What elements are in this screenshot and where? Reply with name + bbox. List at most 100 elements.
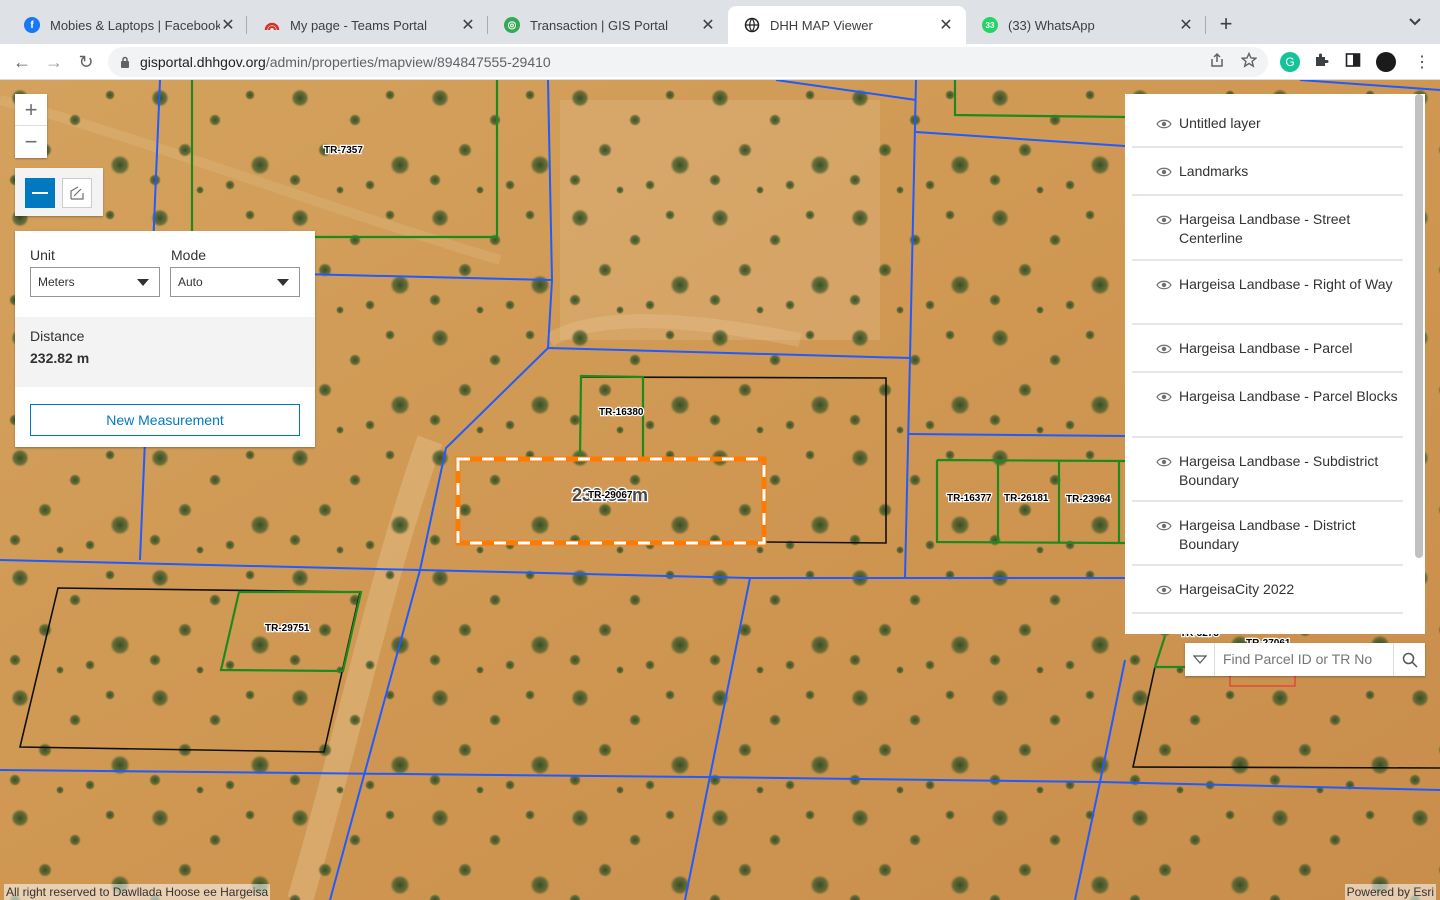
layer-item[interactable]: Landmarks (1132, 150, 1403, 196)
chevron-down-icon (1192, 654, 1207, 664)
tab-facebook[interactable]: f Mobies & Laptops | Facebook ✕ (8, 6, 248, 44)
side-panel-icon[interactable] (1345, 52, 1361, 71)
tab-whatsapp[interactable]: 33 (33) WhatsApp ✕ (966, 6, 1206, 44)
profile-avatar[interactable] (1376, 52, 1396, 72)
grammarly-icon[interactable]: G (1280, 52, 1300, 72)
eye-visibility-icon[interactable] (1156, 391, 1172, 403)
layer-list: Untitled layer Landmarks Hargeisa Landbase… (1125, 94, 1425, 634)
layer-item[interactable]: Hargeisa Landbase - Subdistrict Boundary (1132, 440, 1403, 502)
url-host: gisportal.dhhgov.org (140, 54, 266, 70)
dropdown-caret-icon (277, 279, 289, 286)
tab-separator (246, 16, 247, 34)
browser-toolbar: ← → ↻ gisportal.dhhgov.org/admin/propert… (0, 44, 1440, 80)
new-tab-icon[interactable]: + (1214, 12, 1238, 36)
tab-title: DHH MAP Viewer (770, 17, 873, 33)
eye-visibility-icon[interactable] (1156, 214, 1172, 226)
layer-item[interactable]: Hargeisa Landbase - Parcel (1132, 327, 1403, 373)
distance-measure-button[interactable] (25, 178, 55, 208)
layer-item-label: Untitled layer (1179, 115, 1261, 131)
unit-select[interactable]: Meters (30, 267, 160, 297)
tab-dhh-map-viewer[interactable]: DHH MAP Viewer ✕ (728, 6, 966, 44)
extensions-puzzle-icon[interactable] (1313, 52, 1329, 71)
parcel-label: TR-29067 (588, 490, 633, 501)
browser-tab-bar: f Mobies & Laptops | Facebook ✕ My page … (0, 0, 1440, 44)
esri-attribution[interactable]: Powered by Esri (1344, 884, 1436, 900)
teams-portal-icon (264, 17, 280, 33)
parcel-label: TR-29751 (265, 623, 310, 634)
globe-icon (744, 17, 760, 33)
mode-select[interactable]: Auto (170, 267, 300, 297)
eye-visibility-icon[interactable] (1156, 166, 1172, 178)
eye-visibility-icon[interactable] (1156, 584, 1172, 596)
eye-visibility-icon[interactable] (1156, 118, 1172, 130)
tab-title: My page - Teams Portal (290, 17, 428, 33)
layer-list-scrollbar[interactable] (1415, 94, 1423, 558)
facebook-icon: f (24, 17, 40, 33)
eye-visibility-icon[interactable] (1156, 279, 1172, 291)
gis-portal-icon: ◎ (504, 17, 520, 33)
parcel-label: TR-26181 (1004, 493, 1049, 504)
layer-item[interactable]: Hargeisa Landbase - Parcel Blocks (1132, 375, 1403, 438)
layer-item-label: Hargeisa Landbase - Subdistrict Boundary (1179, 453, 1379, 488)
share-icon[interactable] (1210, 52, 1224, 71)
back-icon[interactable]: ← (8, 48, 36, 76)
layer-item[interactable]: Hargeisa Landbase - Right of Way (1132, 263, 1403, 325)
measurement-panel: Unit Mode Meters Auto Distance 232.82 m … (15, 231, 315, 447)
area-measure-button[interactable] (62, 178, 92, 208)
tab-gis-portal[interactable]: ◎ Transaction | GIS Portal ✕ (488, 6, 728, 44)
bookmark-star-icon[interactable] (1240, 51, 1258, 71)
distance-label: Distance (30, 328, 85, 344)
eye-visibility-icon[interactable] (1156, 520, 1172, 532)
search-button[interactable] (1393, 643, 1425, 676)
layer-item[interactable]: Hargeisa Landbase - District Boundary (1132, 504, 1403, 566)
whatsapp-icon: 33 (982, 17, 998, 33)
line-measure-icon (32, 192, 48, 194)
parcel-label: TR-16377 (947, 493, 992, 504)
zoom-out-button[interactable]: − (15, 126, 47, 158)
mode-label: Mode (171, 247, 207, 263)
tab-title: Transaction | GIS Portal (530, 17, 669, 33)
layer-item-label: Hargeisa Landbase - District Boundary (1179, 517, 1356, 552)
map-attribution: All right reserved to Dawllada Hoose ee … (4, 884, 271, 900)
layer-item-label: Hargeisa Landbase - Parcel (1179, 340, 1353, 356)
close-icon[interactable]: ✕ (700, 15, 716, 35)
address-bar[interactable]: gisportal.dhhgov.org/admin/properties/ma… (108, 47, 1268, 77)
distance-value: 232.82 m (30, 350, 90, 366)
mode-select-value: Auto (178, 275, 203, 289)
close-icon[interactable]: ✕ (220, 15, 236, 35)
parcel-label: TR-7357 (324, 145, 363, 156)
layer-item-label: HargeisaCity 2022 (1179, 581, 1295, 597)
layer-item[interactable]: Hargeisa Landbase - Street Centerline (1132, 198, 1403, 261)
close-icon[interactable]: ✕ (938, 15, 954, 35)
eye-visibility-icon[interactable] (1156, 456, 1172, 468)
zoom-in-button[interactable]: + (15, 94, 47, 126)
forward-icon[interactable]: → (40, 48, 68, 76)
layer-item-label: Landmarks (1179, 163, 1249, 179)
eye-visibility-icon[interactable] (1156, 343, 1172, 355)
layer-item-label: Hargeisa Landbase - Right of Way (1179, 276, 1393, 292)
measurement-result: Distance 232.82 m (15, 317, 315, 387)
layer-item-label: Hargeisa Landbase - Parcel Blocks (1179, 388, 1398, 404)
map-view[interactable]: TR-7357 TR-16380 232.82 m TR-29067 TR-16… (0, 80, 1440, 900)
close-icon[interactable]: ✕ (1178, 15, 1194, 35)
browser-menu-icon[interactable]: ⋮ (1414, 52, 1430, 72)
unit-label: Unit (30, 247, 55, 263)
layer-item-label: Hargeisa Landbase - Street Centerline (1179, 211, 1351, 246)
url-path: /admin/properties/mapview/894847555-2941… (265, 54, 551, 70)
tab-separator (1205, 16, 1206, 34)
reload-icon[interactable]: ↻ (72, 48, 100, 76)
tab-teams-portal[interactable]: My page - Teams Portal ✕ (248, 6, 488, 44)
tab-title: Mobies & Laptops | Facebook (50, 17, 220, 33)
close-icon[interactable]: ✕ (460, 15, 476, 35)
new-measurement-button[interactable]: New Measurement (30, 404, 300, 436)
search-source-dropdown[interactable] (1185, 643, 1215, 676)
tab-search-chevron-icon[interactable] (1408, 14, 1422, 30)
layer-item[interactable]: Untitled layer (1132, 102, 1403, 148)
search-input[interactable] (1215, 643, 1393, 676)
parcel-label: TR-16380 (599, 407, 644, 418)
zoom-control: + − (15, 94, 47, 158)
parcel-label: TR-23964 (1066, 494, 1111, 505)
tab-title: (33) WhatsApp (1008, 17, 1095, 33)
layer-item[interactable]: HargeisaCity 2022 (1132, 568, 1403, 614)
parcel-search (1185, 643, 1425, 676)
